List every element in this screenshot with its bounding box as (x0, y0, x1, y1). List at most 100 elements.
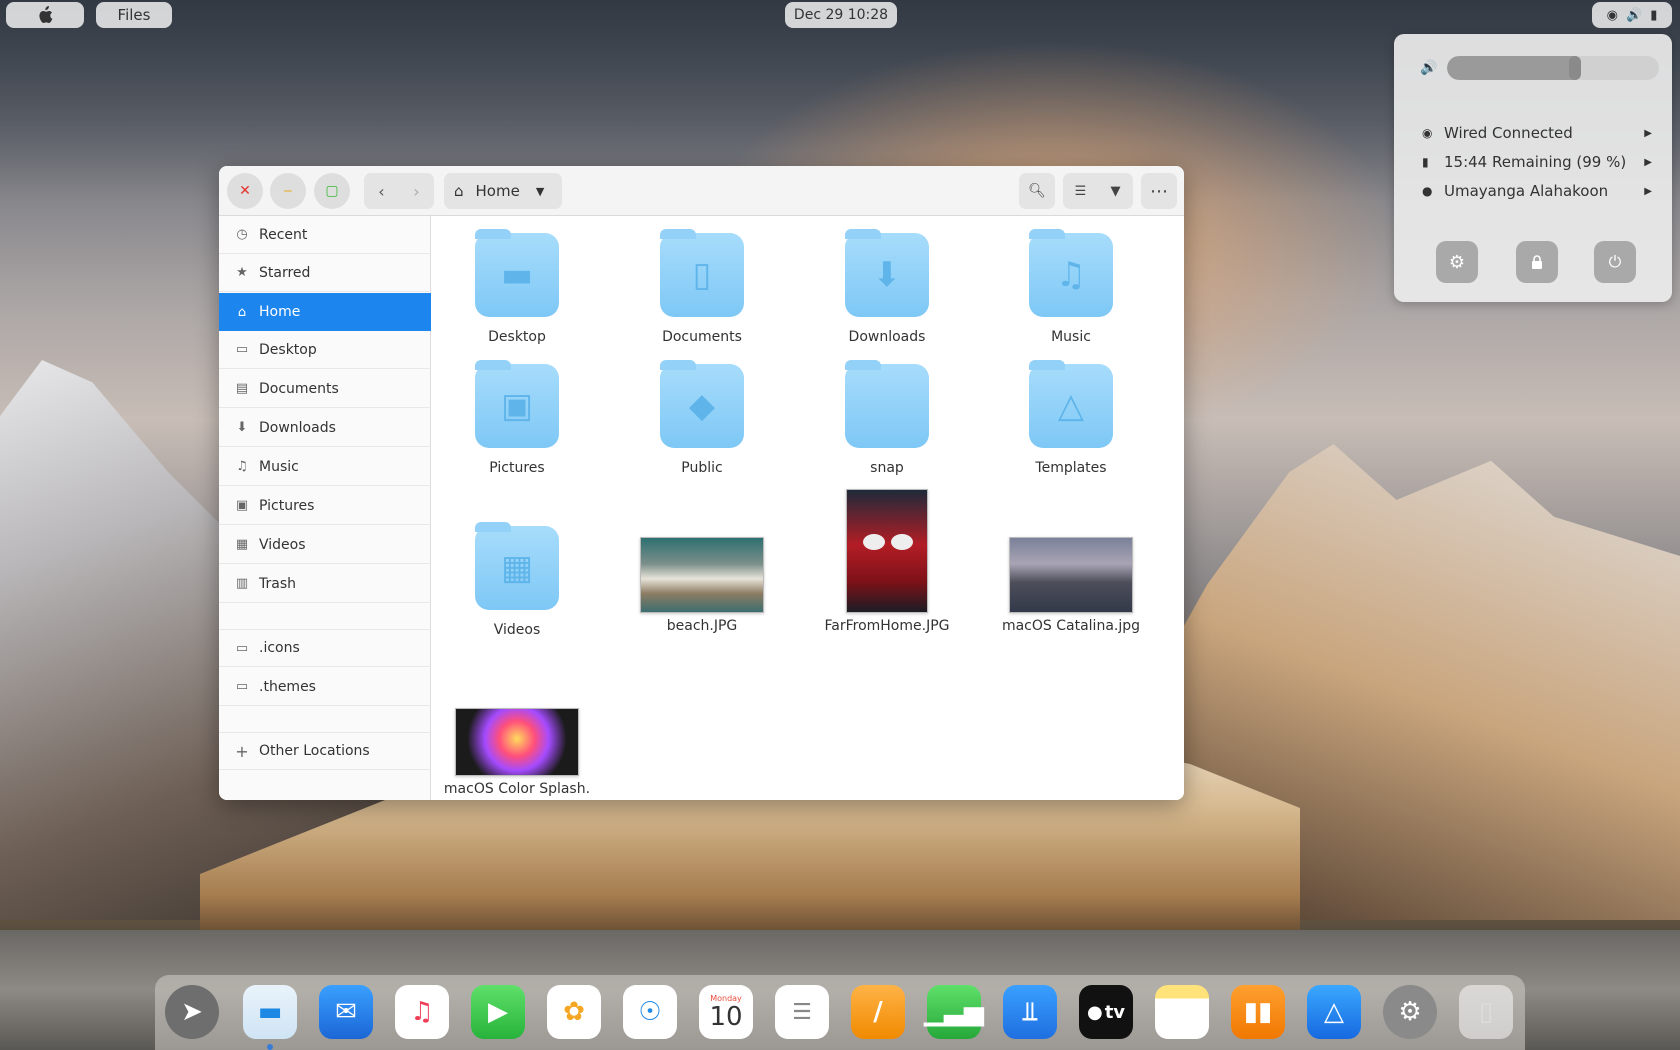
view-options: ☰ ▼ (1063, 173, 1133, 209)
dock-calendar[interactable]: Monday 10 (699, 985, 753, 1039)
battery-menu-item[interactable]: ▮ 15:44 Remaining (99 %) ▶ (1422, 148, 1652, 176)
files-window: ✕ ‒ ▢ ‹ › ⌂ Home ▼ 🔍︎ ☰ ▼ ⋯ ◷ Recent ★ S… (219, 166, 1184, 800)
dock-pages[interactable]: ∕ (851, 985, 905, 1039)
sidebar-item-label: Pictures (259, 497, 315, 514)
sidebar-item-other-locations[interactable]: + Other Locations (219, 732, 431, 770)
music-glyph-icon: ♫ (1055, 255, 1087, 295)
dock-photos[interactable]: ✿ (547, 985, 601, 1039)
sidebar-item-themes-bookmark[interactable]: ▭ .themes (219, 668, 431, 706)
envelope-icon: ✉ (335, 997, 357, 1027)
dock-safari[interactable]: ☉ (623, 985, 677, 1039)
folder-icon: ▬ (475, 229, 559, 317)
minimize-button[interactable]: ‒ (270, 173, 306, 209)
dock-reminders[interactable]: ☰ (775, 985, 829, 1039)
file-label: Desktop (488, 329, 546, 345)
view-options-dropdown[interactable]: ▼ (1098, 173, 1133, 209)
navigation-buttons: ‹ › (364, 173, 434, 209)
sidebar-item-downloads[interactable]: ⬇ Downloads (219, 409, 431, 447)
apple-tv-label: tv (1104, 1001, 1126, 1023)
file-item-templates[interactable]: △ Templates (991, 360, 1151, 476)
sidebar-item-trash[interactable]: ▥ Trash (219, 565, 431, 603)
volume-icon: 🔊 (1626, 7, 1643, 23)
file-item-catalina[interactable]: macOS Catalina.jpg (991, 537, 1151, 634)
file-item-beach[interactable]: beach.JPG (622, 537, 782, 634)
download-icon: ⬇ (236, 420, 248, 435)
sidebar-item-pictures[interactable]: ▣ Pictures (219, 487, 431, 525)
battery-label: 15:44 Remaining (99 %) (1444, 153, 1627, 171)
dock-facetime[interactable]: ▶ (471, 985, 525, 1039)
dock-books[interactable]: ▮▮ (1231, 985, 1285, 1039)
sidebar-item-videos[interactable]: ▦ Videos (219, 526, 431, 564)
dock-numbers[interactable]: ▁▃▅ (924, 985, 984, 1039)
sidebar-item-label: Home (259, 304, 301, 320)
desktop-icon: ▭ (235, 342, 249, 357)
thumbnail-detail (863, 534, 885, 550)
trash-icon: ▯ (1478, 997, 1494, 1027)
dock-files[interactable]: ▬ (243, 985, 297, 1039)
user-menu-item[interactable]: ● Umayanga Alahakoon ▶ (1422, 177, 1652, 205)
sidebar-item-recent[interactable]: ◷ Recent (219, 216, 431, 254)
file-item-videos[interactable]: ▦ Videos (437, 522, 597, 638)
film-glyph-icon: ▦ (500, 548, 534, 588)
sidebar-item-desktop[interactable]: ▭ Desktop (219, 331, 431, 369)
sidebar-item-starred[interactable]: ★ Starred (219, 254, 431, 292)
volume-slider[interactable] (1447, 56, 1660, 80)
dock-launchpad[interactable]: ➤ (165, 985, 219, 1039)
chevron-down-icon: ▼ (535, 184, 545, 198)
lock-button[interactable] (1516, 241, 1558, 283)
folder-icon: ▬ (257, 997, 283, 1027)
maximize-button[interactable]: ▢ (314, 173, 350, 209)
file-item-snap[interactable]: snap (807, 360, 967, 476)
file-item-documents[interactable]: ▯ Documents (622, 229, 782, 345)
file-item-downloads[interactable]: ⬇ Downloads (807, 229, 967, 345)
dock-notes[interactable] (1155, 985, 1209, 1039)
dock-system-preferences[interactable]: ⚙ (1383, 985, 1437, 1039)
dock-mail[interactable]: ✉ (319, 985, 373, 1039)
sidebar-item-documents[interactable]: ▤ Documents (219, 370, 431, 408)
app-store-icon: △ (1324, 997, 1344, 1027)
power-button[interactable]: ⏻ (1594, 241, 1636, 283)
sidebar-item-label: .themes (259, 678, 316, 695)
dock-keynote[interactable]: ⫫ (1003, 985, 1057, 1039)
path-bar-home[interactable]: ⌂ Home ▼ (444, 173, 562, 209)
volume-slider-handle[interactable] (1568, 56, 1581, 80)
file-item-desktop[interactable]: ▬ Desktop (437, 229, 597, 345)
file-label: beach.JPG (666, 618, 738, 634)
forward-button[interactable]: › (399, 173, 434, 209)
open-book-icon: ▮▮ (1243, 997, 1273, 1027)
close-button[interactable]: ✕ (227, 173, 263, 209)
back-button[interactable]: ‹ (364, 173, 399, 209)
sidebar-item-icons-bookmark[interactable]: ▭ .icons (219, 629, 431, 667)
dock-music[interactable]: ♫ (395, 985, 449, 1039)
list-icon: ☰ (1074, 183, 1087, 199)
list-view-button[interactable]: ☰ (1063, 173, 1098, 209)
file-item-farfromhome[interactable]: FarFromHome.JPG (807, 489, 967, 634)
file-item-public[interactable]: ◆ Public (622, 360, 782, 476)
music-note-icon: ♫ (410, 997, 434, 1027)
sidebar-item-home[interactable]: ⌂ Home (219, 293, 431, 331)
sidebar-item-music[interactable]: ♫ Music (219, 448, 431, 486)
path-label: Home (475, 182, 520, 200)
running-indicator (267, 1044, 273, 1050)
system-tray[interactable]: ◉ 🔊 ▮ (1592, 2, 1672, 28)
search-icon: 🔍︎ (1028, 183, 1046, 199)
settings-button[interactable]: ⚙ (1436, 241, 1478, 283)
file-item-music[interactable]: ♫ Music (991, 229, 1151, 345)
clock[interactable]: Dec 29 10:28 (785, 2, 897, 28)
file-item-pictures[interactable]: ▣ Pictures (437, 360, 597, 476)
file-item-color-splash[interactable]: macOS Color Splash. (437, 708, 597, 797)
app-menu-button[interactable]: Files (96, 2, 172, 28)
search-button[interactable]: 🔍︎ (1019, 173, 1055, 209)
apple-tv-logo-icon: ● (1086, 1001, 1103, 1023)
sidebar-item-label: .icons (259, 640, 300, 656)
sidebar-item-label: Videos (259, 536, 306, 553)
network-menu-item[interactable]: ◉ Wired Connected ▶ (1422, 119, 1652, 147)
file-label: Templates (1035, 460, 1107, 476)
dock-trash[interactable]: ▯ (1459, 985, 1513, 1039)
dock-apple-tv[interactable]: ● tv (1079, 985, 1133, 1039)
user-icon: ● (1422, 184, 1433, 198)
dock-app-store[interactable]: △ (1307, 985, 1361, 1039)
menu-button[interactable]: ⋯ (1141, 173, 1177, 209)
activities-button[interactable] (6, 2, 84, 28)
chevron-left-icon: ‹ (378, 181, 385, 201)
